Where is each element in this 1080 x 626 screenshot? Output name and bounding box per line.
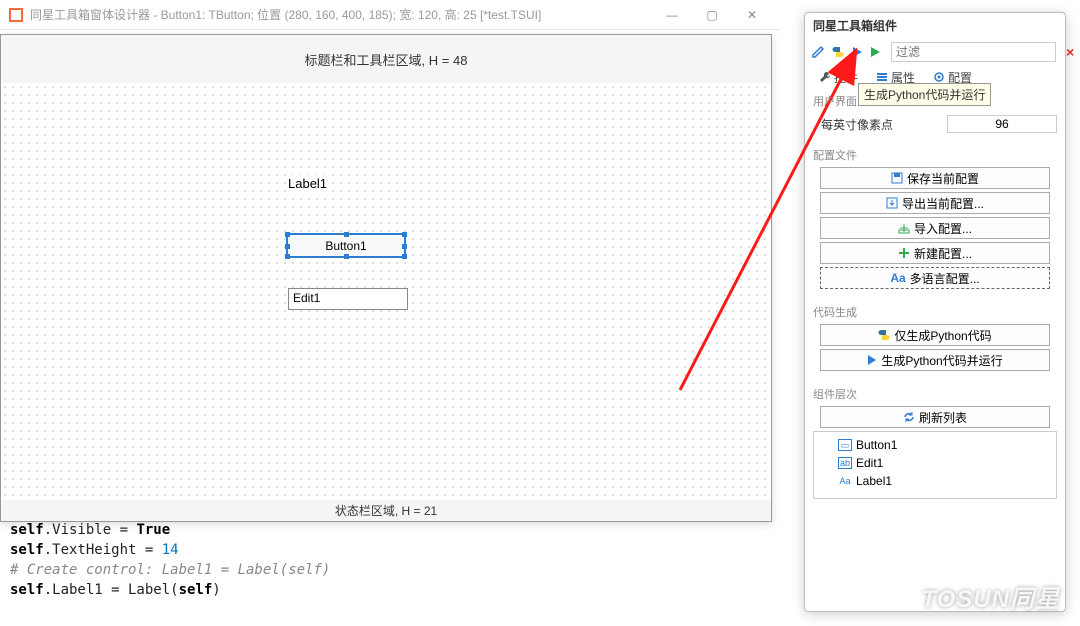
tree-item[interactable]: ab Edit1 [818,454,1052,472]
gen-run-button[interactable]: 生成Python代码并运行 [820,349,1050,371]
resize-handle[interactable] [402,232,407,237]
aa-icon: Aa [890,271,905,285]
import-config-button[interactable]: 导入配置... [820,217,1050,239]
dpi-label: 每英寸像素点 [821,116,901,133]
resize-handle[interactable] [402,254,407,259]
new-config-button[interactable]: 新建配置... [820,242,1050,264]
tree-label: Button1 [856,438,897,452]
python-icon[interactable] [831,43,845,61]
button-label: 保存当前配置 [907,170,979,187]
dpi-row: 每英寸像素点 96 [813,113,1057,135]
resize-handle[interactable] [344,232,349,237]
save-icon [891,172,903,184]
form-body[interactable]: Label1 Button1 Edit1 [1,83,771,500]
tree-section: 组件层次 刷新列表 ▭ Button1 ab Edit1 Aa Label1 [805,382,1065,507]
refresh-button[interactable]: 刷新列表 [820,406,1050,428]
window-controls: — ▢ ✕ [652,1,772,29]
maximize-button[interactable]: ▢ [692,1,732,29]
button-label: 生成Python代码并运行 [881,352,1002,369]
label1-control[interactable]: Label1 [286,175,329,192]
save-config-button[interactable]: 保存当前配置 [820,167,1050,189]
toolbox-panel: 同星工具箱组件 × 控件 属性 配置 生成Python代码并运行 用户界面 每英… [804,12,1066,612]
filter-input[interactable] [891,42,1056,62]
tab-label: 控件 [834,69,858,86]
wechat-icon [893,586,915,608]
resize-handle[interactable] [285,244,290,249]
tooltip: 生成Python代码并运行 [858,83,991,106]
tree-item[interactable]: Aa Label1 [818,472,1052,490]
edit-type-icon: ab [838,457,852,469]
watermark: TOSUN同星 [893,579,1060,614]
resize-handle[interactable] [285,254,290,259]
lang-config-button[interactable]: Aa 多语言配置... [820,267,1050,289]
design-surface[interactable]: 标题栏和工具栏区域, H = 48 Label1 Button1 Edit1 状… [0,34,772,522]
status-zone: 状态栏区域, H = 21 [1,500,771,521]
app-icon [8,7,24,23]
play-green-icon[interactable] [869,43,881,61]
button-label: 多语言配置... [910,270,980,287]
codegen-section: 代码生成 仅生成Python代码 生成Python代码并运行 [805,300,1065,382]
python-icon [878,329,890,341]
window-title: 同星工具箱窗体设计器 - Button1: TButton; 位置 (280, … [30,6,652,23]
window-titlebar[interactable]: 同星工具箱窗体设计器 - Button1: TButton; 位置 (280, … [0,0,780,30]
tree-item[interactable]: ▭ Button1 [818,436,1052,454]
resize-handle[interactable] [344,254,349,259]
button-label: 导入配置... [914,220,972,237]
export-icon [886,197,898,209]
close-button[interactable]: ✕ [732,1,772,29]
play-blue-icon[interactable] [851,43,863,61]
code-area: self.Visible = True self.TextHeight = 14… [10,520,770,616]
button-label: 刷新列表 [919,409,967,426]
resize-handle[interactable] [285,232,290,237]
section-title: 组件层次 [813,386,1057,402]
button-label: 仅生成Python代码 [894,327,991,344]
tree-label: Label1 [856,474,892,488]
tree-label: Edit1 [856,456,883,470]
gen-only-button[interactable]: 仅生成Python代码 [820,324,1050,346]
designer-window: 同星工具箱窗体设计器 - Button1: TButton; 位置 (280, … [0,0,780,626]
titlebar-zone: 标题栏和工具栏区域, H = 48 [1,35,771,83]
minimize-button[interactable]: — [652,1,692,29]
wrench-icon [819,71,831,83]
play-icon [867,355,877,365]
component-tree[interactable]: ▭ Button1 ab Edit1 Aa Label1 [813,431,1057,499]
edit1-control[interactable]: Edit1 [288,288,408,310]
plus-icon [898,247,910,259]
button1-text: Button1 [325,239,366,253]
gear-icon [933,71,945,83]
list-icon [876,71,888,83]
section-title: 配置文件 [813,147,1057,163]
clear-filter-icon[interactable]: × [1066,44,1074,60]
button1-control[interactable]: Button1 [286,233,406,258]
resize-handle[interactable] [402,244,407,249]
refresh-icon [903,411,915,423]
button-label: 导出当前配置... [902,195,984,212]
dpi-value[interactable]: 96 [947,115,1057,133]
import-icon [898,222,910,234]
button-type-icon: ▭ [838,439,852,451]
button-label: 新建配置... [914,245,972,262]
label-type-icon: Aa [838,475,852,487]
export-config-button[interactable]: 导出当前配置... [820,192,1050,214]
config-section: 配置文件 保存当前配置 导出当前配置... 导入配置... 新建配置... Aa… [805,143,1065,300]
panel-tabs: 控件 属性 配置 生成Python代码并运行 [805,65,1065,89]
panel-title: 同星工具箱组件 [805,13,1065,37]
edit-icon[interactable] [811,43,825,61]
panel-toolbar: × [805,37,1065,65]
section-title: 代码生成 [813,304,1057,320]
